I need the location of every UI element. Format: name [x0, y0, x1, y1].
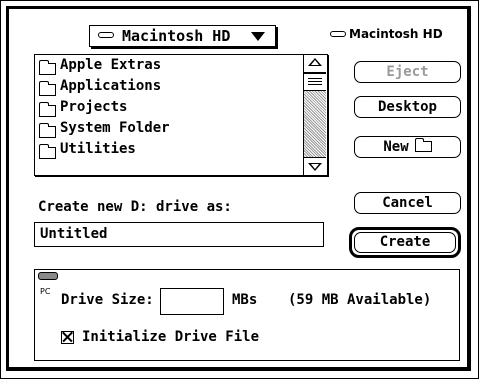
folder-icon [39, 81, 56, 96]
pc-options-group [34, 269, 460, 361]
file-list[interactable]: Apple Extras Applications Projects Syste… [34, 54, 328, 176]
vertical-scrollbar[interactable] [303, 55, 326, 175]
arrow-up-icon [308, 58, 322, 66]
list-item-label: Apple Extras [60, 57, 162, 73]
available-space: (59 MB Available) [288, 292, 432, 308]
list-item-label: Projects [60, 99, 128, 115]
drive-size-input[interactable] [161, 289, 223, 313]
initialize-checkbox[interactable] [61, 331, 74, 344]
pc-drive-icon [38, 272, 58, 280]
folder-icon [39, 144, 56, 159]
current-volume: Macintosh HD [330, 27, 443, 41]
scroll-thumb[interactable] [304, 73, 326, 91]
arrow-down-icon [308, 163, 322, 171]
disk-icon [98, 32, 114, 38]
current-volume-name: Macintosh HD [349, 27, 443, 41]
folder-icon [414, 138, 432, 152]
new-folder-label: New [383, 139, 409, 155]
drive-size-unit: MBs [232, 292, 258, 308]
list-item-label: Utilities [60, 141, 136, 157]
list-item[interactable]: Projects [35, 99, 301, 120]
list-item-label: Applications [60, 78, 162, 94]
folder-icon [39, 60, 56, 75]
list-item[interactable]: Apple Extras [35, 57, 301, 78]
list-item[interactable]: System Folder [35, 120, 301, 141]
filename-field[interactable] [34, 222, 324, 247]
folder-icon [39, 102, 56, 117]
eject-button[interactable]: Eject [354, 61, 461, 83]
desktop-button[interactable]: Desktop [354, 96, 461, 118]
prompt-label: Create new D: drive as: [38, 199, 232, 215]
cancel-button[interactable]: Cancel [354, 192, 461, 214]
scroll-up-arrow[interactable] [304, 55, 326, 73]
new-folder-button[interactable]: New [354, 136, 461, 158]
list-item[interactable]: Utilities [35, 141, 301, 162]
scroll-down-arrow[interactable] [304, 157, 326, 175]
pc-badge: PC [40, 287, 51, 296]
list-item[interactable]: Applications [35, 78, 301, 99]
drive-size-label: Drive Size: [61, 292, 154, 308]
triangle-down-icon [251, 32, 265, 41]
volume-popup-label: Macintosh HD [122, 27, 231, 45]
filename-input[interactable] [35, 223, 310, 245]
list-item-label: System Folder [60, 120, 170, 136]
disk-icon [330, 31, 346, 37]
file-list-rows: Apple Extras Applications Projects Syste… [35, 57, 301, 162]
drive-size-field[interactable] [160, 288, 224, 315]
initialize-label[interactable]: Initialize Drive File [82, 329, 259, 345]
create-button[interactable]: Create [354, 232, 456, 253]
folder-icon [39, 123, 56, 138]
volume-popup-menu[interactable]: Macintosh HD [89, 25, 276, 47]
